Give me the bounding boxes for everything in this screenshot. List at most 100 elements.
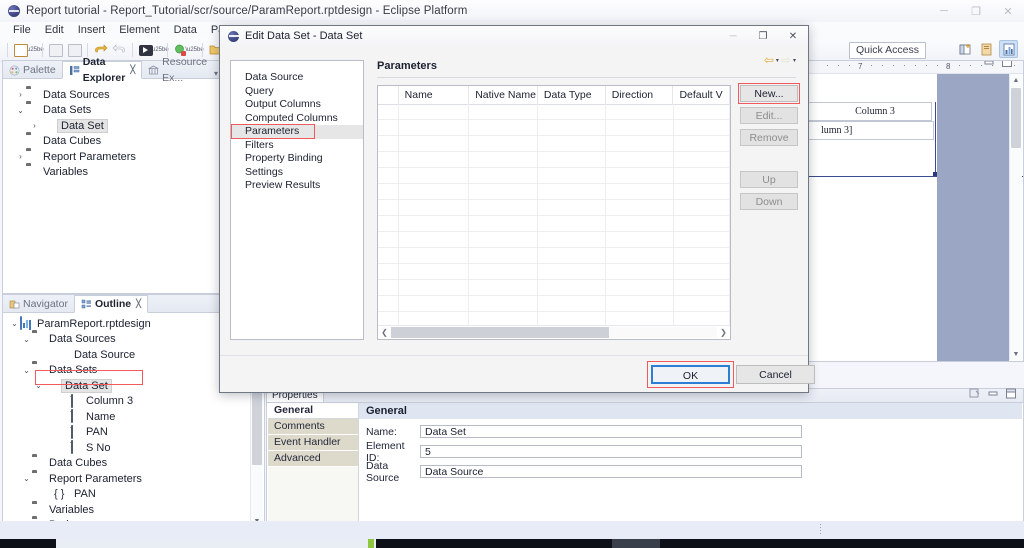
parameters-col-direction[interactable]: Direction [606,86,674,104]
table-cell[interactable] [378,200,399,215]
expand-twistie-icon[interactable]: › [15,152,26,161]
property-input-name[interactable]: Data Set [420,425,802,438]
collapse-twistie-icon[interactable]: ⌄ [21,335,32,344]
properties-category-general[interactable]: General [268,403,358,419]
table-cell[interactable] [378,104,399,119]
menu-data[interactable]: Data [167,22,204,39]
table-cell[interactable] [538,200,606,215]
table-cell[interactable] [674,232,730,247]
tree-node-report-parameters[interactable]: ⌄ Report Parameters [3,471,264,487]
table-cell[interactable] [674,136,730,151]
scroll-right-arrow-icon[interactable]: ❯ [717,328,730,337]
scrollbar-thumb[interactable] [391,327,609,338]
collapse-twistie-icon[interactable]: ⌄ [15,106,26,115]
table-cell[interactable] [378,296,399,311]
dialog-nav-settings[interactable]: Settings [231,166,363,180]
tab-palette[interactable]: Palette [3,62,62,78]
window-restore-button[interactable]: ❐ [960,0,992,22]
properties-maximize-icon[interactable] [1005,388,1017,402]
table-cell[interactable] [606,184,674,199]
menu-edit[interactable]: Edit [38,22,71,39]
table-cell[interactable] [378,232,399,247]
window-minimize-button[interactable]: ─ [928,0,960,22]
table-cell[interactable] [674,264,730,279]
table-row[interactable] [378,104,730,120]
table-row[interactable] [378,184,730,200]
tree-node-data-cubes[interactable]: Data Cubes [3,134,221,150]
table-cell[interactable] [606,216,674,231]
table-cell[interactable] [538,168,606,183]
dialog-close-button[interactable]: ✕ [778,26,808,46]
table-cell[interactable] [538,264,606,279]
run-report-icon[interactable] [137,42,154,59]
table-cell[interactable] [674,120,730,135]
tree-node-column-3[interactable]: Column 3 [3,393,264,410]
table-cell[interactable] [606,280,674,295]
property-input-element-id[interactable]: 5 [420,445,802,458]
dialog-minimize-button[interactable]: ─ [718,26,748,46]
move-up-button[interactable]: Up [740,171,798,188]
table-cell[interactable] [674,296,730,311]
perspective-design-icon[interactable] [999,40,1018,58]
parameters-col-default-value[interactable]: Default V [673,86,730,104]
table-row[interactable] [378,200,730,216]
table-cell[interactable] [606,200,674,215]
parameters-col-indicator[interactable] [378,86,399,104]
remove-parameter-button[interactable]: Remove [740,129,798,146]
dialog-nav-preview-results[interactable]: Preview Results [231,179,363,193]
table-cell[interactable] [469,104,539,119]
table-cell[interactable] [469,232,539,247]
table-cell[interactable] [399,296,470,311]
save-all-icon[interactable] [66,42,83,59]
tab-navigator[interactable]: Navigator [3,296,74,312]
table-cell[interactable] [399,136,470,151]
table-cell[interactable] [469,152,539,167]
parameters-col-native-name[interactable]: Native Name [469,86,538,104]
back-dropdown-icon[interactable]: ▾ [776,57,779,64]
report-table-detail-cell[interactable]: lumn 3] [818,121,934,140]
perspective-report-icon[interactable] [978,41,995,57]
parameters-table[interactable]: Name Native Name Data Type Direction Def… [377,85,731,340]
table-row[interactable] [378,168,730,184]
parameters-horizontal-scrollbar[interactable]: ❮ ❯ [378,325,730,339]
table-cell[interactable] [399,184,470,199]
table-cell[interactable] [674,104,730,119]
scroll-up-arrow-icon[interactable]: ▲ [1010,74,1022,86]
table-cell[interactable] [606,120,674,135]
table-cell[interactable] [469,168,539,183]
table-cell[interactable] [606,168,674,183]
table-cell[interactable] [538,120,606,135]
quick-access-input[interactable]: Quick Access [848,42,926,59]
table-cell[interactable] [378,136,399,151]
dialog-nav-output-columns[interactable]: Output Columns [231,98,363,112]
report-table-header-cell[interactable]: Column 3 [818,102,932,121]
table-cell[interactable] [606,248,674,263]
properties-minimize-icon[interactable] [987,388,999,402]
table-cell[interactable] [674,152,730,167]
tree-node-data-cubes[interactable]: Data Cubes [3,456,264,472]
table-cell[interactable] [378,248,399,263]
tree-node-s-no[interactable]: S No [3,440,264,456]
table-cell[interactable] [538,216,606,231]
tree-node-variables[interactable]: Variables [3,165,221,181]
tree-node-variables[interactable]: Variables [3,502,264,518]
menu-insert[interactable]: Insert [71,22,113,39]
collapse-twistie-icon[interactable]: ⌄ [21,474,32,483]
table-cell[interactable] [538,184,606,199]
dialog-nav-computed-columns[interactable]: Computed Columns [231,112,363,126]
menu-element[interactable]: Element [112,22,166,39]
properties-category-event-handler[interactable]: Event Handler [268,435,358,451]
tree-node-pan-column[interactable]: PAN [3,424,264,441]
new-icon[interactable] [12,42,29,59]
parameters-table-body[interactable] [378,104,730,339]
dialog-nav-data-source[interactable]: Data Source [231,71,363,85]
table-row[interactable] [378,216,730,232]
table-cell[interactable] [538,104,606,119]
table-cell[interactable] [399,120,470,135]
ok-button[interactable]: OK [651,365,730,384]
dialog-nav-query[interactable]: Query [231,85,363,99]
table-row[interactable] [378,280,730,296]
forward-dropdown-icon[interactable]: ▾ [793,57,796,64]
table-cell[interactable] [606,264,674,279]
open-perspective-icon[interactable] [957,41,974,57]
